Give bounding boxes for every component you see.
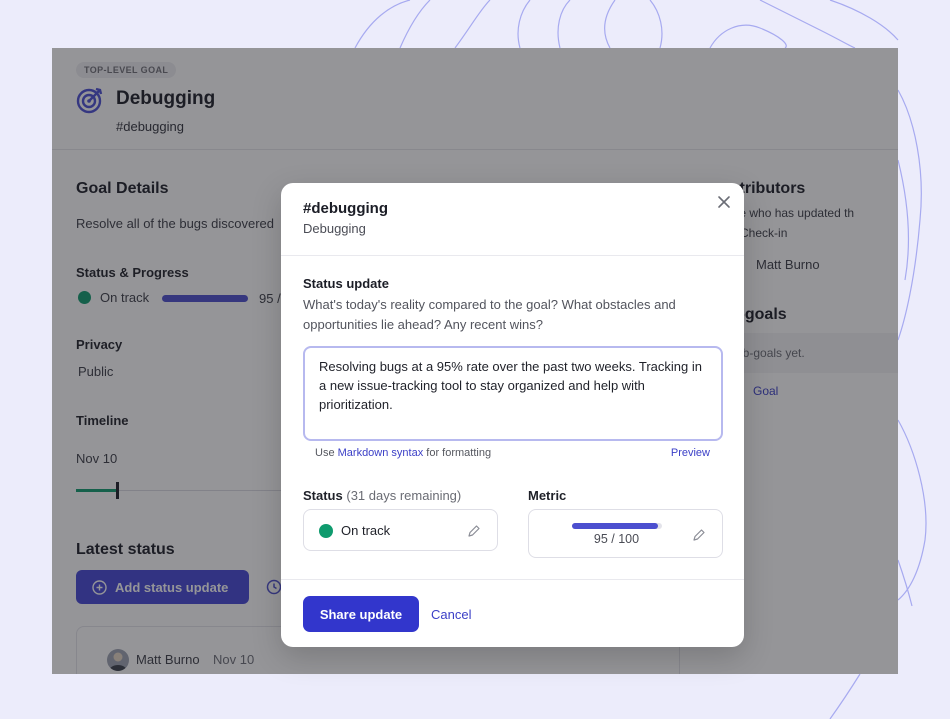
metric-input[interactable]: 95 / 100 xyxy=(528,509,723,558)
hint-suffix: for formatting xyxy=(423,447,492,459)
pencil-icon xyxy=(468,525,480,537)
status-update-label: Status update xyxy=(303,276,389,291)
status-select[interactable]: On track xyxy=(303,509,498,551)
cancel-button[interactable]: Cancel xyxy=(431,596,471,632)
status-field-label-row: Status (31 days remaining) xyxy=(303,488,461,503)
status-field-label: Status xyxy=(303,488,343,503)
status-update-dialog: #debugging Debugging Status update What'… xyxy=(281,183,744,647)
status-metric-row: Status (31 days remaining) On track Metr… xyxy=(303,488,723,568)
formatting-hint-row: Use Markdown syntax for formatting Previ… xyxy=(303,447,722,459)
hint-prefix: Use xyxy=(315,447,338,459)
dialog-title: #debugging xyxy=(303,200,388,217)
close-icon[interactable] xyxy=(716,194,732,210)
dialog-subtitle: Debugging xyxy=(303,221,366,236)
status-select-value: On track xyxy=(341,523,391,538)
metric-value: 95 / 100 xyxy=(593,532,640,546)
formatting-hint: Use Markdown syntax for formatting xyxy=(315,447,491,459)
status-update-help: What's today's reality compared to the g… xyxy=(303,297,676,332)
share-update-button[interactable]: Share update xyxy=(303,596,419,632)
days-remaining: (31 days remaining) xyxy=(346,488,462,503)
status-update-textarea-frame: Resolving bugs at a 95% rate over the pa… xyxy=(303,346,723,441)
pencil-icon xyxy=(693,529,705,541)
status-update-textarea[interactable]: Resolving bugs at a 95% rate over the pa… xyxy=(319,357,707,430)
on-track-dot xyxy=(319,524,333,538)
preview-link[interactable]: Preview xyxy=(671,447,710,459)
dialog-header: #debugging Debugging xyxy=(281,183,744,256)
metric-progress-fill xyxy=(572,523,658,529)
dialog-footer: Share update Cancel xyxy=(281,579,744,647)
metric-progress-track xyxy=(572,523,662,529)
dialog-body: Status update What's today's reality com… xyxy=(281,256,744,568)
markdown-syntax-link[interactable]: Markdown syntax xyxy=(338,447,424,459)
metric-field-label: Metric xyxy=(528,488,567,503)
